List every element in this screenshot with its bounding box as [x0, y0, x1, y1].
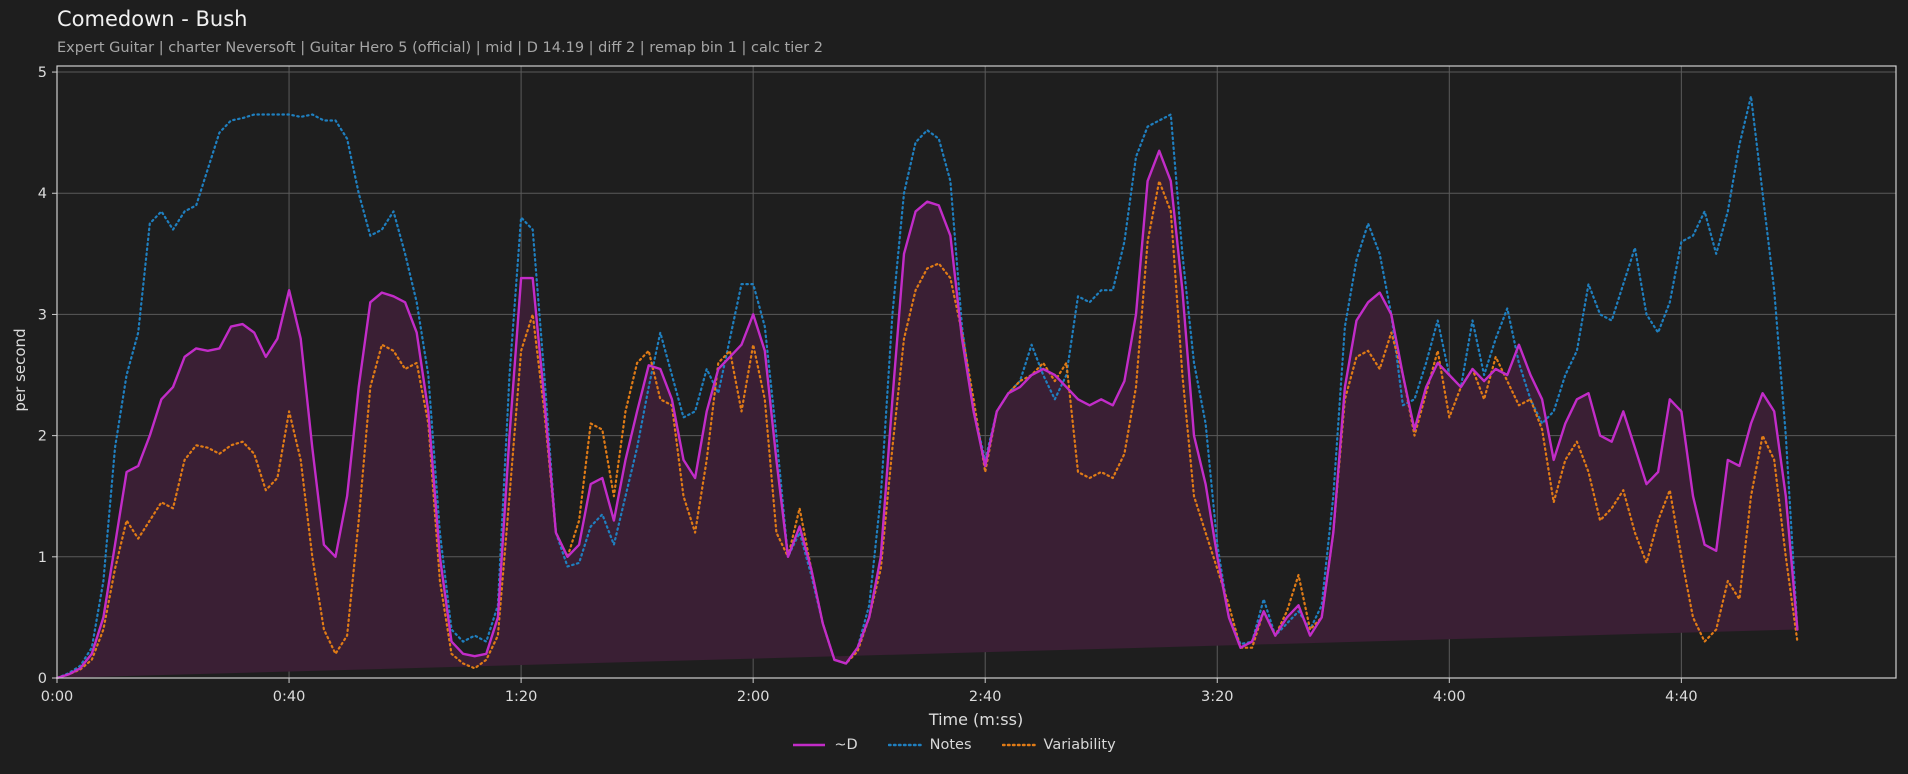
y-axis-label: per second: [11, 328, 29, 411]
x-tick-label-7: 4:40: [1665, 689, 1698, 705]
y-tick-label-3: 3: [38, 307, 47, 323]
legend-item-d[interactable]: ~D: [792, 737, 858, 753]
y-tick-label-0: 0: [38, 671, 47, 687]
x-tick-label-2: 1:20: [505, 689, 538, 705]
legend-swatch-d: [793, 743, 826, 747]
y-tick-label-4: 4: [38, 186, 47, 202]
legend-item-variability[interactable]: Variability: [1001, 737, 1116, 753]
x-tick-label-5: 3:20: [1201, 689, 1234, 705]
legend-swatch-notes: [887, 743, 922, 747]
x-axis-label: Time (m:ss): [928, 710, 1023, 729]
legend-swatch-variability: [1001, 743, 1036, 747]
y-tick-label-2: 2: [38, 429, 47, 445]
x-tick-label-6: 4:00: [1433, 689, 1466, 705]
y-tick-label-5: 5: [38, 65, 47, 81]
x-tick-label-4: 2:40: [969, 689, 1002, 705]
legend-label-variability: Variability: [1043, 737, 1116, 753]
legend-label-d: ~D: [834, 737, 858, 753]
x-tick-label-0: 0:00: [41, 689, 74, 705]
x-tick-label-1: 0:40: [273, 689, 306, 705]
x-tick-label-3: 2:00: [737, 689, 770, 705]
chart-canvas: 0:00 0:40 1:20 2:00 2:40 3:20 4:00 4:40 0 1 2 3 4 5 T…: [11, 65, 1897, 729]
legend-item-notes[interactable]: Notes: [887, 737, 972, 753]
legend-label-notes: Notes: [929, 737, 972, 753]
y-tick-label-1: 1: [38, 550, 47, 566]
legend: ~D Notes Variability: [0, 737, 1908, 753]
